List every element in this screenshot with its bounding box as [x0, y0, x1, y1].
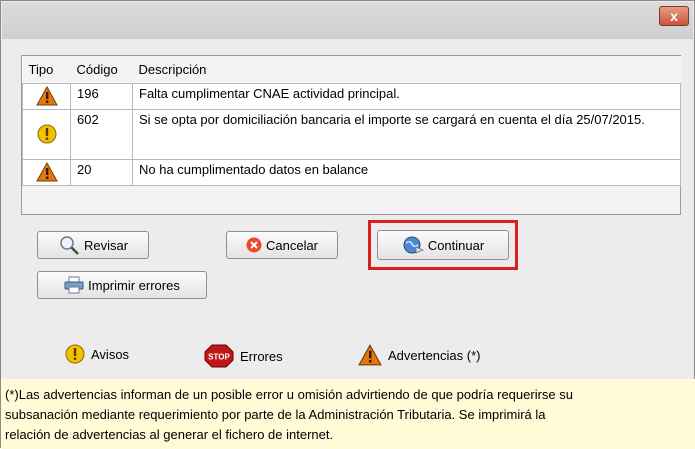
table-row[interactable]: 20 No ha cumplimentado datos en balance — [22, 158, 681, 186]
tipo-cell — [22, 158, 71, 186]
stop-sign-text: STOP — [208, 353, 230, 362]
imprimir-errores-button[interactable]: Imprimir errores — [37, 271, 207, 299]
warning-triangle-icon — [35, 85, 58, 105]
tipo-cell — [22, 82, 71, 110]
revisar-button[interactable]: Revisar — [37, 231, 149, 259]
legend-advertencias-label: Advertencias (*) — [388, 347, 481, 363]
close-icon: x — [670, 8, 678, 24]
messages-table: Tipo Código Descripción 196 Falta cumpli… — [22, 56, 681, 186]
exclamation-icon — [65, 344, 85, 364]
magnifier-icon — [60, 236, 79, 255]
legend-advertencias: Advertencias (*) — [358, 344, 480, 366]
descripcion-cell: Si se opta por domiciliación bancaria el… — [132, 108, 681, 160]
continuar-button[interactable]: Continuar — [377, 230, 509, 260]
note-line-3: relación de advertencias al generar el f… — [5, 427, 334, 442]
column-header-tipo: Tipo — [22, 56, 71, 83]
messages-table-container: Tipo Código Descripción 196 Falta cumpli… — [21, 55, 681, 215]
column-header-descripcion: Descripción — [132, 56, 681, 83]
advertencias-note: (*)Las advertencias informan de un posib… — [1, 379, 695, 449]
codigo-cell: 20 — [70, 158, 133, 186]
imprimir-errores-label: Imprimir errores — [88, 277, 180, 293]
warning-triangle-icon — [35, 161, 58, 181]
close-button[interactable]: x — [659, 6, 689, 26]
legend-errores: STOP Errores — [204, 344, 283, 368]
descripcion-cell: Falta cumplimentar CNAE actividad princi… — [132, 82, 681, 110]
column-header-codigo: Código — [70, 56, 133, 83]
table-header-row: Tipo Código Descripción — [22, 56, 681, 83]
tipo-cell — [22, 108, 71, 160]
globe-arrow-icon — [403, 236, 424, 254]
table-row[interactable]: 602 Si se opta por domiciliación bancari… — [22, 108, 681, 160]
descripcion-cell: No ha cumplimentado datos en balance — [132, 158, 681, 186]
codigo-cell: 602 — [70, 108, 133, 160]
legend-avisos-label: Avisos — [91, 346, 130, 362]
printer-icon — [64, 276, 84, 294]
cancelar-label: Cancelar — [265, 237, 319, 253]
dialog-titlebar: x — [2, 2, 693, 39]
dialog-window: x Tipo Código Descripción 196 Falta cump… — [0, 0, 695, 449]
exclamation-icon — [37, 124, 56, 144]
revisar-label: Revisar — [83, 237, 129, 253]
warning-triangle-icon — [358, 344, 382, 366]
cancel-icon — [246, 237, 262, 253]
legend-errores-label: Errores — [240, 348, 283, 364]
cancelar-button[interactable]: Cancelar — [226, 231, 338, 259]
note-line-2: subsanación mediante requerimiento por p… — [5, 407, 546, 422]
continuar-label: Continuar — [427, 237, 485, 253]
table-row[interactable]: 196 Falta cumplimentar CNAE actividad pr… — [22, 82, 681, 110]
legend-avisos: Avisos — [65, 344, 129, 364]
codigo-cell: 196 — [70, 82, 133, 110]
stop-sign-icon: STOP — [204, 344, 234, 368]
note-line-1: (*)Las advertencias informan de un posib… — [5, 387, 573, 402]
